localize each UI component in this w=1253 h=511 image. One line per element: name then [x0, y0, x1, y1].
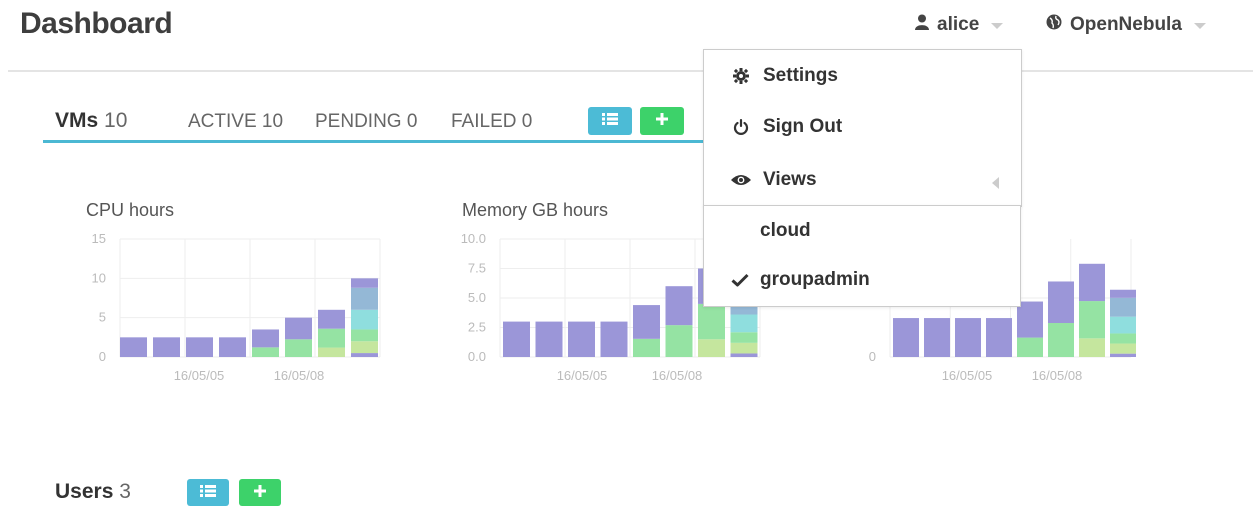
- bar-segment: [351, 341, 378, 354]
- view-option-label: cloud: [760, 220, 811, 241]
- bar-segment: [351, 309, 378, 330]
- bar-segment: [730, 314, 758, 333]
- bar-segment: [730, 332, 758, 343]
- bar-segment: [252, 347, 279, 357]
- users-add-button[interactable]: [239, 479, 281, 506]
- bar-segment: [698, 339, 725, 357]
- y-tick-label: 10: [92, 270, 106, 285]
- bar-segment: [600, 321, 628, 357]
- x-tick-label: 16/05/05: [942, 368, 993, 383]
- x-tick-label: 16/05/08: [274, 368, 325, 383]
- bar-segment: [219, 337, 246, 357]
- bar-segment: [986, 318, 1012, 357]
- bar-segment: [924, 318, 950, 357]
- y-tick-label: 5: [99, 310, 106, 325]
- bar-segment: [955, 318, 981, 357]
- view-option-groupadmin[interactable]: groupadmin: [704, 260, 1020, 300]
- bar-segment: [186, 337, 213, 357]
- bar-segment: [1110, 289, 1136, 298]
- bar-segment: [153, 337, 180, 357]
- bar-segment: [503, 321, 530, 357]
- check-icon: [728, 273, 752, 287]
- gear-icon: [729, 68, 753, 84]
- menu-item-label: Settings: [763, 65, 838, 86]
- memory-chart-title: Memory GB hours: [462, 200, 609, 220]
- bar-segment: [1110, 297, 1136, 317]
- bar-segment: [318, 328, 345, 348]
- power-icon: [729, 118, 753, 136]
- menu-item-views[interactable]: Views: [704, 160, 1021, 200]
- y-tick-label: 0.0: [468, 349, 486, 364]
- chevron-left-icon: [992, 177, 999, 189]
- y-tick-label: 10.0: [461, 231, 486, 246]
- user-dropdown-menu: Settings Sign Out Views: [703, 49, 1022, 207]
- bar-segment: [351, 287, 378, 310]
- x-tick-label: 16/05/05: [557, 368, 608, 383]
- bar-segment: [1110, 353, 1136, 357]
- y-tick-label: 15: [92, 231, 106, 246]
- bar-segment: [1079, 263, 1105, 302]
- bar-segment: [730, 342, 758, 354]
- bar-segment: [665, 325, 693, 357]
- bar-segment: [1110, 343, 1136, 354]
- bar-segment: [1048, 323, 1074, 357]
- list-icon: [200, 484, 216, 502]
- eye-icon: [729, 174, 753, 186]
- bar-segment: [252, 329, 279, 348]
- y-tick-label: 7.5: [468, 261, 486, 276]
- y-tick-label: 0: [869, 349, 876, 364]
- bar-segment: [351, 278, 378, 288]
- y-tick-label: 2.5: [468, 320, 486, 335]
- bar-segment: [665, 286, 693, 326]
- bar-segment: [893, 318, 919, 357]
- bar-segment: [698, 303, 725, 340]
- y-tick-label: 5.0: [468, 290, 486, 305]
- bar-segment: [730, 353, 758, 357]
- bar-segment: [568, 321, 595, 357]
- chart-0: 0 5 10 15 16/05/05 16/05/08: [92, 231, 381, 383]
- users-label: Users: [55, 480, 114, 503]
- bar-segment: [1110, 316, 1136, 334]
- views-submenu: cloud groupadmin: [703, 205, 1021, 307]
- view-option-cloud[interactable]: cloud: [704, 211, 1020, 251]
- bar-segment: [1079, 338, 1105, 357]
- x-tick-label: 16/05/08: [652, 368, 703, 383]
- bar-segment: [1079, 301, 1105, 339]
- bar-segment: [318, 347, 345, 357]
- menu-item-settings[interactable]: Settings: [704, 56, 1021, 96]
- y-tick-label: 0: [99, 349, 106, 364]
- menu-item-label: Views: [763, 169, 817, 190]
- bar-segment: [318, 309, 345, 329]
- view-option-label: groupadmin: [760, 269, 870, 290]
- bar-segment: [1048, 281, 1074, 324]
- users-list-button[interactable]: [187, 479, 229, 506]
- bar-segment: [1017, 337, 1043, 357]
- menu-item-label: Sign Out: [763, 116, 843, 137]
- bar-segment: [351, 329, 378, 342]
- menu-item-sign-out[interactable]: Sign Out: [704, 107, 1021, 147]
- users-section-title[interactable]: Users 3: [55, 480, 131, 504]
- cpu-hours-chart: 0 5 10 15 16/05/05 16/05/08 0.0 2.5 5.0 7.5 10.0 16…: [92, 231, 1136, 383]
- x-tick-label: 16/05/05: [174, 368, 225, 383]
- x-tick-label: 16/05/08: [1032, 368, 1083, 383]
- bar-segment: [351, 353, 378, 357]
- bar-segment: [285, 317, 312, 340]
- bar-segment: [633, 338, 660, 357]
- bar-segment: [633, 305, 660, 339]
- plus-icon: [254, 484, 266, 502]
- bar-segment: [120, 337, 147, 357]
- bar-segment: [1110, 333, 1136, 344]
- bar-segment: [285, 339, 312, 357]
- users-count: 3: [119, 480, 131, 503]
- bar-segment: [535, 321, 563, 357]
